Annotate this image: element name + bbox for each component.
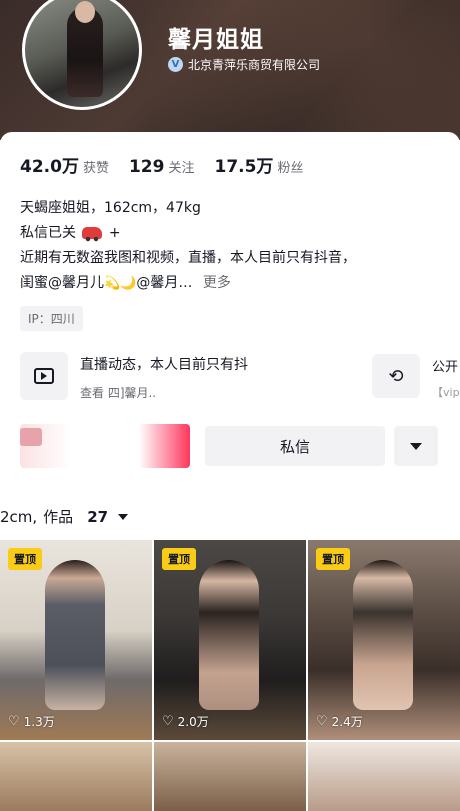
post-likes-count: 2.4万 [331,715,363,729]
live-card-subtitle: 查看 四]馨月.. [80,386,157,400]
post-thumbnail[interactable] [308,742,460,811]
side-card-title[interactable]: 公开 [432,356,458,375]
pinned-badge: 置顶 [162,548,196,570]
post-thumbnail[interactable]: 置顶 ♡ 2.0万 [154,540,306,740]
post-thumbnail[interactable]: 置顶 ♡ 2.4万 [308,540,460,740]
post-likes-count: 2.0万 [177,715,209,729]
blur-overlay [290,364,370,404]
bio-more-link[interactable]: 更多 [203,275,231,291]
tv-play-icon [34,368,54,384]
stat-likes-label: 获赞 [82,161,109,176]
bio-line-4-a: 闺蜜@馨月儿 [20,275,104,291]
stats-row: 42.0万 获赞 129 关注 17.5万 粉丝 [20,152,303,177]
organization[interactable]: V 北京青萍乐商贸有限公司 [168,56,320,73]
works-count: 27 [87,507,109,526]
organization-name: 北京青萍乐商贸有限公司 [188,58,321,72]
bio-line-1: 天蝎座姐姐，162cm，47kg [20,200,201,216]
follow-button[interactable] [20,424,190,468]
moon-icon: 🌙 [120,276,137,291]
profile-header: 馨月姐姐 V 北京青萍乐商贸有限公司 [0,0,460,140]
live-card-text: 直播动态，本人目前只有抖 查看 四]馨月.. [80,352,248,401]
heart-icon: ♡ [8,714,20,729]
profile-card: 42.0万 获赞 129 关注 17.5万 粉丝 天蝎座姐姐，162cm，47k… [0,132,460,811]
message-button[interactable]: 私信 [205,426,385,466]
stat-followers-label: 粉丝 [277,161,304,176]
stat-following-value: 129 [128,157,165,177]
stat-likes: 42.0万 获赞 [20,152,109,177]
stat-followers-value: 17.5万 [214,157,274,177]
car-icon [82,227,103,242]
works-label: 作品 [43,508,74,526]
heart-icon: ♡ [162,714,174,729]
live-card-title: 直播动态，本人目前只有抖 [80,357,248,373]
works-tab[interactable]: 2cm, 作品 27 [0,506,129,527]
refresh-icon: ⟲ [388,365,404,387]
posts-grid: 置顶 ♡ 1.3万 置顶 ♡ 2.0万 置顶 ♡ 2.4万 [0,540,460,811]
pinned-badge: 置顶 [8,548,42,570]
stat-following-label: 关注 [168,161,195,176]
post-thumbnail[interactable] [0,742,152,811]
works-caret-icon [118,513,129,520]
post-image [45,560,105,710]
chevron-down-icon [410,442,422,450]
heart-icon: ♡ [316,714,328,729]
stat-followers[interactable]: 17.5万 粉丝 [214,152,303,177]
bio-line-2: 私信已关 + [20,221,440,246]
post-likes: ♡ 1.3万 [8,713,55,730]
verified-icon: V [168,57,183,72]
bio-line-4: 闺蜜@馨月儿💫🌙@馨月… 更多 [20,271,440,296]
live-icon-box [20,352,68,400]
bio-line-3: 近期有无数盗我图和视频，直播，本人目前只有抖音， [20,250,356,266]
avatar-face [75,1,95,23]
avatar[interactable] [22,0,142,110]
nickname: 馨月姐姐 [168,27,264,53]
bio-line-2-text: 私信已关 [20,225,76,241]
stat-following[interactable]: 129 关注 [129,157,195,177]
more-actions-button[interactable] [394,426,438,466]
post-image [199,560,259,710]
post-likes: ♡ 2.0万 [162,713,209,730]
bio: 天蝎座姐姐，162cm，47kg 私信已关 + 近期有无数盗我图和视频，直播，本… [20,196,440,296]
post-thumbnail[interactable]: 置顶 ♡ 1.3万 [0,540,152,740]
bio-line-4-b: @馨月… [136,275,193,291]
pinned-badge: 置顶 [316,548,350,570]
comet-icon: 💫 [104,276,121,291]
post-likes-count: 1.3万 [23,715,55,729]
follow-button-mark [20,428,42,446]
ip-location-tag: IP：四川 [20,306,83,331]
bio-line-2-suffix: + [108,225,121,241]
stat-likes-value: 42.0万 [20,157,79,177]
works-prefix: 2cm, [0,507,38,526]
side-card-subtitle: 【vip [432,386,460,399]
post-likes: ♡ 2.4万 [316,713,363,730]
post-thumbnail[interactable] [154,742,306,811]
post-image [353,560,413,710]
group-chat-icon-box[interactable]: ⟲ [372,354,420,398]
